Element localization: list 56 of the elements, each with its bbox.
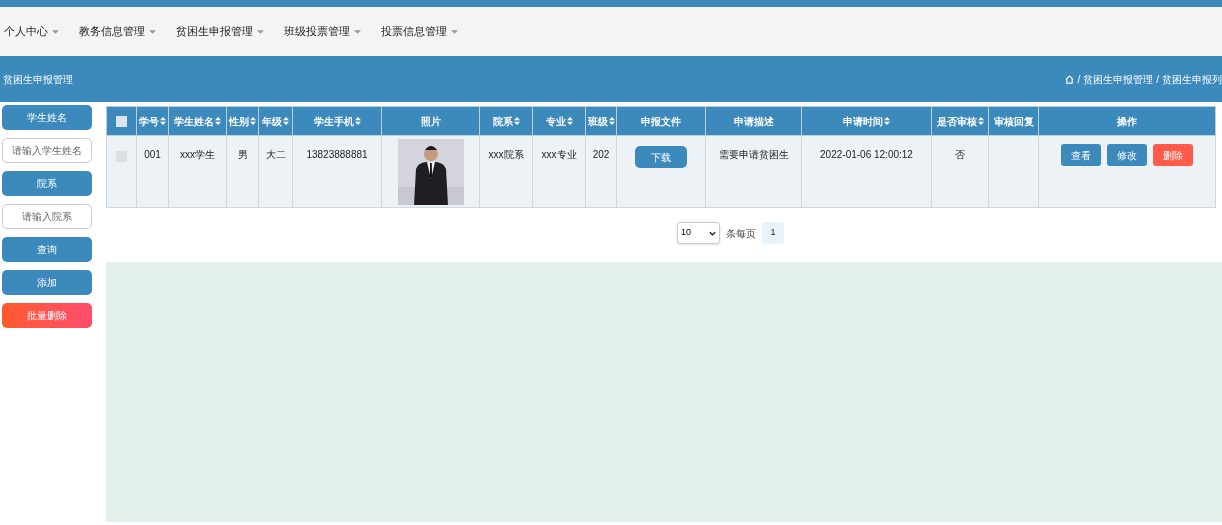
input-field[interactable]: 请输入院系 [2,204,92,229]
nav-menu-item[interactable]: 投票信息管理 [381,23,458,40]
sort-icon[interactable] [160,117,166,125]
caret-icon [52,29,59,34]
sort-icon[interactable] [283,117,289,125]
search-button[interactable]: 查询 [2,237,92,262]
sort-icon[interactable] [513,117,520,125]
caret-icon [149,29,156,34]
table-cell: 否 [955,149,965,160]
sort-icon[interactable] [977,117,984,125]
table-cell: 13823888881 [306,149,368,160]
sort-icon[interactable] [354,117,361,125]
input-field[interactable]: 请输入学生姓名 [2,138,92,163]
column-header[interactable]: 操作 [1117,113,1137,129]
nav-menu-item[interactable]: 教务信息管理 [79,23,156,40]
nav-menu-item[interactable]: 班级投票管理 [284,23,361,40]
breadcrumb-separator: / [1156,72,1159,87]
page-size-select[interactable]: 10 [677,222,720,244]
table-cell: 大二 [265,149,286,160]
download-button[interactable]: 下载 [635,146,687,168]
table-cell: xxx专业 [541,149,577,160]
chevron-icon [709,230,716,236]
nav-menu-item[interactable]: 个人中心 [4,23,59,40]
per-page-label: 条每页 [726,226,756,241]
column-header[interactable]: 申请时间 [843,113,883,129]
sort-icon[interactable] [250,117,256,125]
home-icon[interactable] [1065,74,1075,84]
checkbox[interactable] [116,116,127,128]
breadcrumb-separator: / [1077,72,1081,87]
table-cell: 需要申请贫困生 [718,149,789,160]
caret-icon [451,29,458,34]
sort-icon[interactable] [884,117,890,125]
column-header[interactable]: 照片 [420,113,441,129]
breadcrumb-link[interactable]: 贫困生申报管理 [1083,71,1154,87]
sort-icon[interactable] [215,117,221,125]
table-cell: 202 [592,149,610,160]
sort-icon[interactable] [566,117,573,125]
table-cell: 2022-01-06 12:00:12 [820,149,913,160]
table-cell: xxx学生 [180,149,215,160]
add-button[interactable]: 添加 [2,270,92,295]
table-cell: 001 [144,149,161,160]
filter-label: 学生姓名 [2,105,92,130]
caret-icon [257,29,264,34]
breadcrumb-link[interactable]: 贫困生申报列 [1162,71,1222,87]
delete-button[interactable]: 删除 [1153,144,1193,166]
action-button[interactable]: 查看 [1061,144,1101,166]
caret-icon [354,29,361,34]
batch-delete-button[interactable]: 批量删除 [2,303,92,328]
page-button[interactable]: 1 [762,222,784,244]
table-cell: 男 [237,149,248,160]
page-title: 贫困生申报管理 [3,72,73,87]
table-cell: xxx院系 [488,149,524,160]
nav-menu-item[interactable]: 贫困生申报管理 [176,23,264,40]
sort-icon[interactable] [608,117,615,125]
action-button[interactable]: 修改 [1107,144,1147,166]
filter-label: 院系 [2,171,92,196]
